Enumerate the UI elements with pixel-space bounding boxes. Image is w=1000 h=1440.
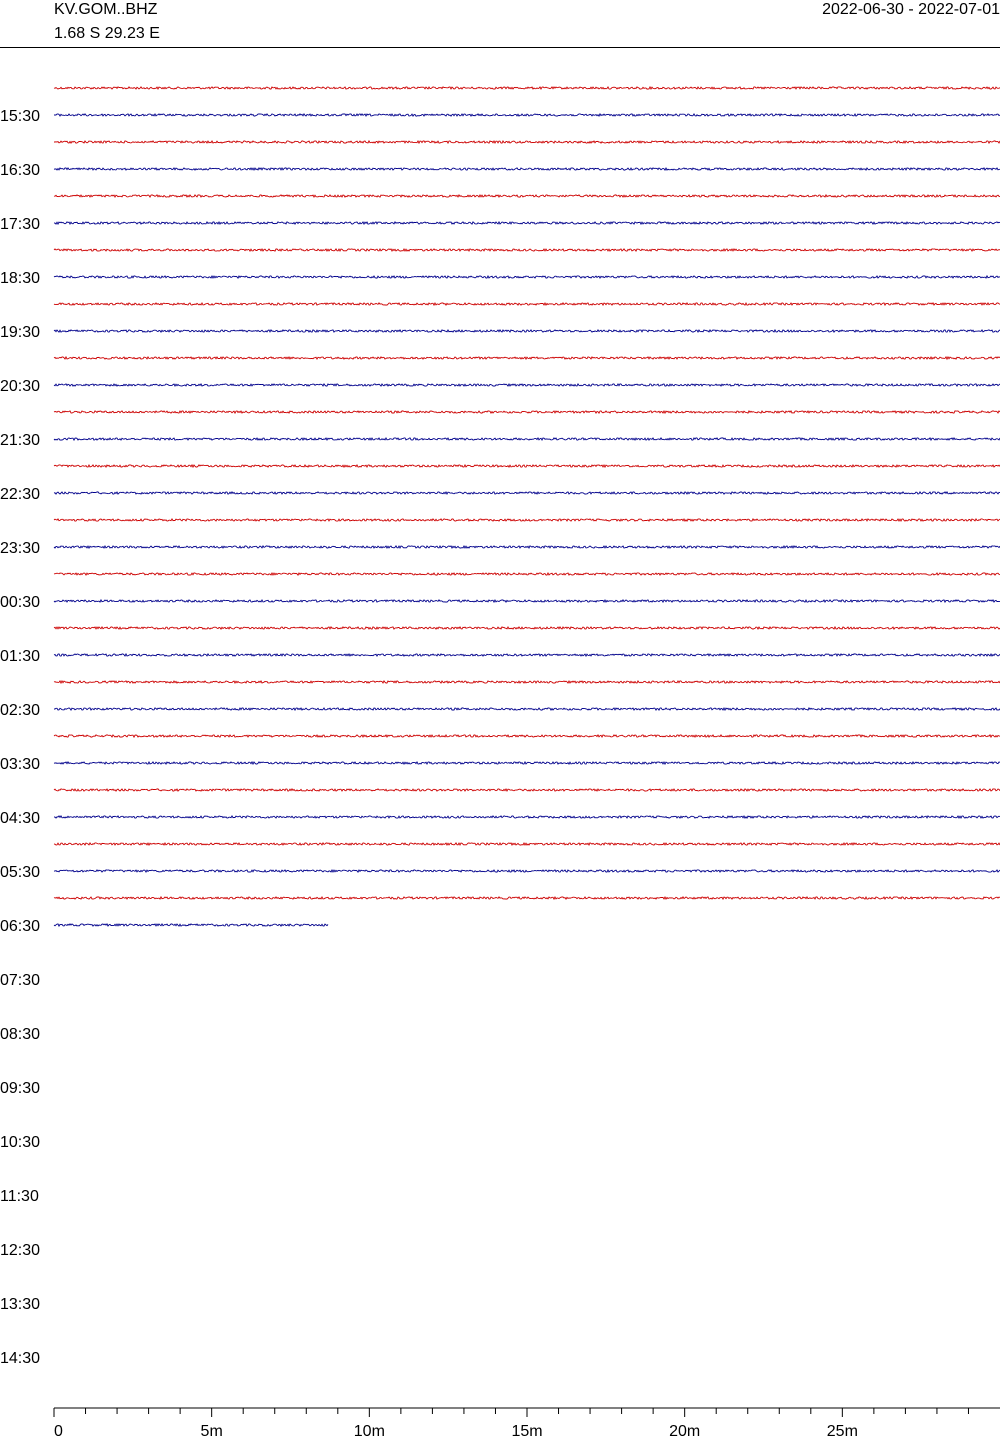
trace-row-1600 [54,139,1000,145]
trace-row-1630 [53,166,1000,171]
trace-row-2300 [53,517,1000,522]
row-time-label: 13:30 [0,1296,40,1313]
x-tick-label: 15m [511,1423,542,1440]
trace-row-2000 [53,355,1000,361]
trace-row-1900 [53,301,1000,307]
row-time-label: 10:30 [0,1134,40,1151]
trace-row-0130 [53,652,1000,658]
trace-row-0100 [53,625,1000,630]
trace-row-2130 [53,436,1000,442]
row-time-label: 02:30 [0,702,40,719]
trace-row-0600 [53,895,1000,901]
row-time-label: 05:30 [0,864,40,881]
x-tick-label: 10m [354,1423,385,1440]
helicorder-chart: 15:30 16:30 17:30 18:30 19:30 20:30 21:30 22:30… [0,85,1000,1440]
trace-row-1830 [53,274,1000,280]
trace-row-0030 [53,598,1000,604]
row-time-label: 15:30 [0,108,40,125]
trace-row-0230 [54,706,1000,712]
trace-row-2030 [53,382,1000,387]
trace-row-0630 [53,922,329,928]
row-time-label: 18:30 [0,270,40,287]
trace-row-0530 [53,868,1000,874]
trace-row-2100 [53,409,1000,415]
trace-row-0200 [53,679,1000,685]
x-tick-label: 20m [669,1423,700,1440]
trace-row-1700 [53,193,1000,199]
row-label-group: 15:30 16:30 17:30 18:30 19:30 20:30 21:30 22:30… [0,108,40,1367]
x-tick-label: 5m [201,1423,223,1440]
row-time-label: 22:30 [0,486,40,503]
trace-row-0430 [53,814,1000,819]
row-time-label: 14:30 [0,1350,40,1367]
trace-row-2230 [53,491,1000,495]
trace-row-0400 [53,788,1000,792]
row-time-label: 17:30 [0,216,40,233]
trace-row-1800 [53,248,1000,253]
trace-group [53,85,1000,928]
row-time-label: 19:30 [0,324,40,341]
row-time-label: 00:30 [0,594,40,611]
row-time-label: 20:30 [0,378,40,395]
trace-row-0000 [53,571,1000,577]
trace-row-1730 [53,220,1000,226]
row-time-label: 03:30 [0,756,40,773]
row-time-label: 23:30 [0,540,40,557]
row-time-label: 08:30 [0,1026,40,1043]
trace-row-0300 [53,733,1000,739]
trace-row-2200 [53,463,1000,469]
trace-row-1930 [53,328,1000,333]
row-time-label: 06:30 [0,918,40,935]
row-time-label: 21:30 [0,432,40,449]
x-tick-label: 25m [827,1423,858,1440]
x-axis: 0 5m 10m 15m 20m 25m [53,1407,1000,1440]
x-tick-label: 0 [54,1423,63,1440]
row-time-label: 11:30 [0,1188,39,1205]
row-time-label: 09:30 [0,1080,40,1097]
trace-row-2330 [53,545,1000,550]
trace-row-1530 [53,112,1000,118]
row-time-label: 04:30 [0,810,40,827]
trace-row-1500 [53,85,1000,90]
row-time-label: 12:30 [0,1242,40,1259]
trace-row-0500 [53,842,1000,847]
trace-row-0330 [53,760,1000,766]
row-time-label: 07:30 [0,972,40,989]
row-time-label: 01:30 [0,648,40,665]
row-time-label: 16:30 [0,162,40,179]
